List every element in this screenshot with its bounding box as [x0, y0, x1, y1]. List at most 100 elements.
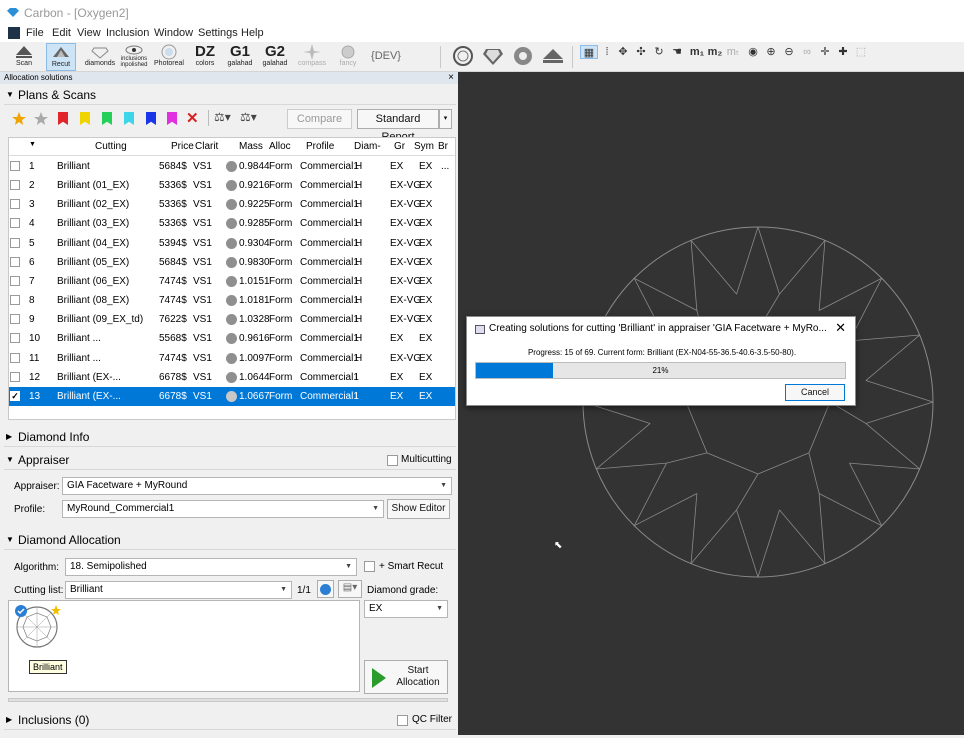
standard-report-button[interactable]: Standard Report — [357, 109, 439, 143]
qc-filter-checkbox[interactable] — [397, 715, 408, 726]
eye-icon[interactable]: ◉ — [744, 45, 762, 59]
scale-alt-icon[interactable]: ⚖▾ — [240, 110, 257, 124]
bottom-view-button[interactable] — [510, 43, 536, 71]
row-checkbox[interactable] — [10, 295, 20, 306]
bookmark-magenta-icon[interactable] — [167, 112, 177, 125]
table-row[interactable]: 9 Brilliant (09_EX_td) 7622$ VS1 1.0328 Form C… — [9, 310, 455, 329]
zoom-fit-icon[interactable]: ∞ — [798, 45, 816, 59]
menu-window[interactable]: Window — [154, 27, 193, 39]
diamond-grade-select[interactable]: EX ▼ — [364, 600, 448, 618]
panel-close-button[interactable]: × — [448, 72, 454, 84]
table-row[interactable]: 2 Brilliant (01_EX) 5336$ VS1 0.9216 Form Comm… — [9, 176, 455, 195]
table-row[interactable]: 8 Brilliant (08_EX) 7474$ VS1 1.0181 Form Comm… — [9, 291, 455, 310]
table-row[interactable]: 10 Brilliant ... 5568$ VS1 0.9616 Form Commerc… — [9, 329, 455, 348]
g1-galahad-button[interactable]: G1 galahad — [226, 43, 254, 71]
diamond-allocation-section-header[interactable]: ▼ Diamond Allocation — [4, 530, 456, 550]
menu-settings[interactable]: Settings — [198, 27, 238, 39]
profile-view-button[interactable] — [540, 43, 566, 71]
report-dropdown-icon[interactable]: ▾ — [439, 109, 452, 129]
menu-file[interactable]: File — [26, 27, 44, 39]
fancy-button[interactable]: fancy — [334, 43, 362, 71]
appraiser-select[interactable]: GIA Facetware + MyRound ▼ — [62, 477, 452, 495]
row-checkbox[interactable] — [10, 314, 20, 325]
recut-button[interactable]: Recut — [46, 43, 76, 71]
table-row[interactable]: 4 Brilliant (03_EX) 5336$ VS1 0.9285 Form Comm… — [9, 214, 455, 233]
zoom-out-icon[interactable]: ⊖ — [780, 45, 798, 59]
scan-button[interactable]: Scan — [12, 43, 36, 71]
table-row[interactable]: 7 Brilliant (06_EX) 7474$ VS1 1.0151 Form Comm… — [9, 272, 455, 291]
side-view-button[interactable] — [480, 43, 506, 71]
row-checkbox[interactable] — [10, 237, 20, 248]
brilliant-cut-icon[interactable] — [13, 603, 61, 654]
diamonds-button[interactable]: diamonds — [84, 43, 116, 71]
grid-icon[interactable]: ▦ — [580, 45, 598, 59]
table-row[interactable]: 6 Brilliant (05_EX) 5684$ VS1 0.9830 Form Comm… — [9, 253, 455, 272]
measure-mt-icon[interactable]: mₜ — [724, 45, 742, 59]
col-alloc[interactable]: Alloc — [269, 141, 291, 152]
compare-button[interactable]: Compare — [287, 109, 352, 129]
dialog-close-button[interactable]: ✕ — [835, 320, 846, 336]
select-icon[interactable]: ⬚ — [852, 45, 870, 59]
sort-indicator-icon[interactable]: ▼ — [29, 141, 36, 148]
row-checkbox[interactable] — [10, 371, 20, 382]
multicutting-checkbox[interactable] — [387, 455, 398, 466]
bookmark-red-icon[interactable] — [58, 112, 68, 125]
hand-pan-icon[interactable]: ☚ — [668, 45, 686, 59]
table-row[interactable]: 5 Brilliant (04_EX) 5394$ VS1 0.9304 Form Comm… — [9, 234, 455, 253]
list-options-button[interactable]: ▤▾ — [338, 580, 362, 598]
table-row[interactable]: ✓ 13 Brilliant (EX-... 6678$ VS1 1.0667 Form Co… — [9, 386, 455, 406]
row-checkbox[interactable] — [10, 352, 20, 363]
row-checkbox[interactable]: ✓ — [10, 390, 20, 401]
col-price[interactable]: Price — [171, 141, 194, 152]
col-diameter[interactable]: Diam- — [354, 141, 390, 152]
algorithm-select[interactable]: 18. Semipolished ▼ — [65, 558, 357, 576]
dz-colors-button[interactable]: DZ colors — [192, 43, 218, 71]
table-row[interactable]: 1 Brilliant 5684$ VS1 0.9844 Form Commercial1 H… — [9, 157, 455, 176]
col-grade[interactable]: Gr — [394, 141, 405, 152]
zoom-in-icon[interactable]: ⊕ — [762, 45, 780, 59]
round-top-view-button[interactable] — [450, 43, 476, 71]
table-row[interactable]: 11 Brilliant ... 7474$ VS1 1.0097 Form Commerc… — [9, 349, 455, 368]
scale-icon[interactable]: ⚖▾ — [214, 110, 231, 124]
measure-m1-icon[interactable]: m₁ — [688, 45, 706, 59]
menu-view[interactable]: View — [77, 27, 101, 39]
bookmark-yellow-icon[interactable] — [80, 112, 90, 125]
col-symmetry[interactable]: Sym — [414, 141, 434, 152]
g2-galahad-button[interactable]: G2 galahad — [261, 43, 289, 71]
app-menu-icon[interactable] — [8, 27, 20, 39]
bookmark-blue-icon[interactable] — [146, 112, 156, 125]
row-checkbox[interactable] — [10, 333, 20, 344]
center-icon[interactable]: ✛ — [816, 45, 834, 59]
delete-x-icon[interactable]: ✕ — [186, 109, 199, 127]
plans-scans-section-header[interactable]: ▼ Plans & Scans — [4, 85, 456, 105]
col-cutting[interactable]: Cutting — [95, 141, 127, 152]
move-icon[interactable]: ✥ — [614, 45, 632, 59]
compass-button[interactable]: compass — [296, 43, 328, 71]
bookmark-green-icon[interactable] — [102, 112, 112, 125]
show-editor-button[interactable]: Show Editor — [387, 499, 450, 519]
profile-select[interactable]: MyRound_Commercial1 ▼ — [62, 500, 384, 518]
row-checkbox[interactable] — [10, 218, 20, 229]
inclusions-section-header[interactable]: ▶ Inclusions (0) — [4, 710, 456, 730]
cutting-list-select[interactable]: Brilliant ▼ — [65, 581, 292, 599]
cancel-button[interactable]: Cancel — [785, 384, 845, 401]
diamond-info-section-header[interactable]: ▶ Diamond Info — [4, 427, 456, 447]
smart-recut-checkbox[interactable] — [364, 561, 375, 572]
inclusions-button[interactable]: inclusions inpolished — [118, 43, 150, 71]
start-allocation-button[interactable]: Start Allocation — [364, 660, 448, 694]
photoreal-button[interactable]: Photoreal — [150, 43, 188, 71]
verify-button[interactable] — [317, 580, 334, 598]
crosshair-icon[interactable]: ✚ — [834, 45, 852, 59]
col-mass[interactable]: Mass — [239, 141, 263, 152]
col-brilliance[interactable]: Br — [438, 141, 448, 152]
measure-m2-icon[interactable]: m₂ — [706, 45, 724, 59]
row-checkbox[interactable] — [10, 161, 20, 171]
row-checkbox[interactable] — [10, 275, 20, 286]
favorite-star-icon[interactable] — [12, 112, 26, 128]
menu-help[interactable]: Help — [241, 27, 264, 39]
row-checkbox[interactable] — [10, 256, 20, 267]
star-outline-icon[interactable] — [34, 112, 48, 128]
table-row[interactable]: 12 Brilliant (EX-... 6678$ VS1 1.0644 Form Com… — [9, 368, 455, 387]
bookmark-cyan-icon[interactable] — [124, 112, 134, 125]
col-profile[interactable]: Profile — [306, 141, 334, 152]
